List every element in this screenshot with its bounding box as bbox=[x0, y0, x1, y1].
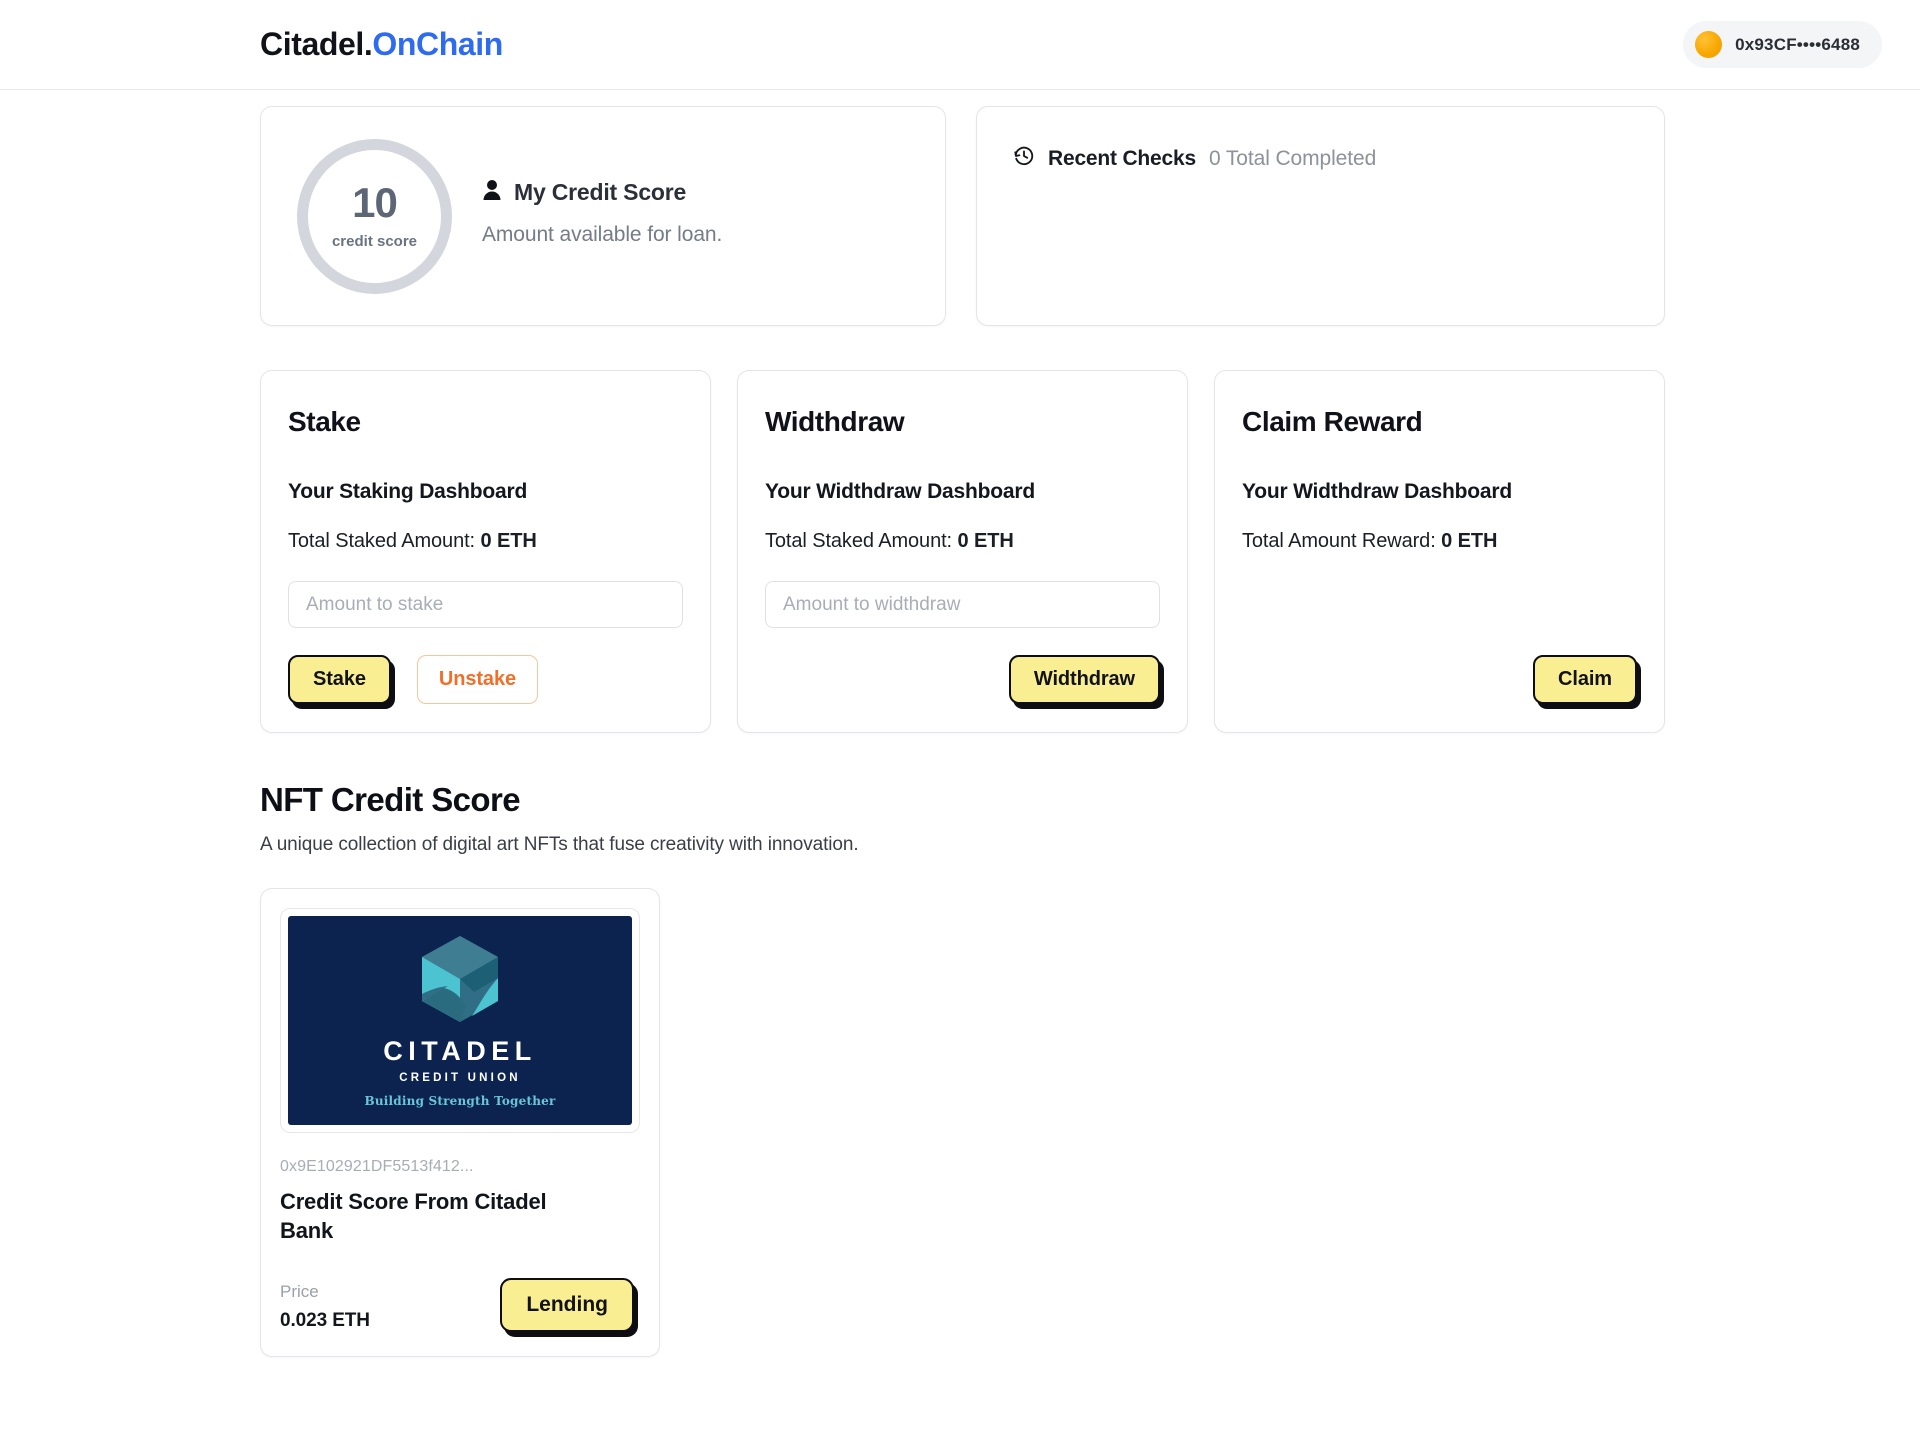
nft-card-footer: Price 0.023 ETH Lending bbox=[280, 1278, 640, 1333]
unstake-button[interactable]: Unstake bbox=[416, 655, 538, 704]
claim-reward-total-amount-value: 0 ETH bbox=[1441, 530, 1498, 552]
claim-button[interactable]: Claim bbox=[1533, 655, 1637, 704]
withdraw-total-amount-value: 0 ETH bbox=[957, 530, 1014, 552]
nft-artwork-tagline: Building Strength Together bbox=[364, 1093, 556, 1108]
summary-row: 10 credit score My Credit Score Amount a… bbox=[0, 90, 1920, 326]
wallet-button[interactable]: 0x93CF••••6488 bbox=[1683, 21, 1882, 68]
stake-card: Stake Your Staking Dashboard Total Stake… bbox=[260, 370, 711, 733]
nft-section-heading: NFT Credit Score bbox=[260, 781, 521, 818]
withdraw-total-amount: Total Staked Amount: 0 ETH bbox=[765, 530, 1160, 553]
withdraw-card-title: Widthdraw bbox=[765, 406, 905, 437]
stake-card-subtitle: Your Staking Dashboard bbox=[288, 480, 528, 503]
recent-checks-title: Recent Checks bbox=[1048, 146, 1196, 170]
credit-score-ring: 10 credit score bbox=[297, 138, 452, 294]
claim-reward-card-subtitle: Your Widthdraw Dashboard bbox=[1242, 480, 1512, 503]
nft-price-value: 0.023 ETH bbox=[280, 1310, 370, 1332]
wallet-avatar-icon bbox=[1695, 31, 1723, 58]
nft-artwork-wordmark: CITADEL bbox=[383, 1036, 537, 1067]
claim-reward-total-amount-label: Total Amount Reward: bbox=[1242, 530, 1436, 552]
claim-reward-card: Claim Reward Your Widthdraw Dashboard To… bbox=[1214, 370, 1665, 733]
brand-logo[interactable]: Citadel.OnChain bbox=[260, 26, 503, 63]
recent-checks-card: Recent Checks 0 Total Completed bbox=[976, 106, 1665, 326]
nft-grid: CITADEL CREDIT UNION Building Strength T… bbox=[260, 888, 1920, 1358]
withdraw-amount-input[interactable] bbox=[765, 581, 1160, 628]
withdraw-card: Widthdraw Your Widthdraw Dashboard Total… bbox=[737, 370, 1188, 733]
nft-contract-address: 0x9E102921DF5513f412... bbox=[280, 1158, 474, 1175]
page-content: 10 credit score My Credit Score Amount a… bbox=[0, 90, 1920, 1358]
credit-score-details: My Credit Score Amount available for loa… bbox=[482, 179, 722, 253]
lending-button[interactable]: Lending bbox=[500, 1278, 634, 1333]
credit-score-card: 10 credit score My Credit Score Amount a… bbox=[260, 106, 946, 326]
app-header: Citadel.OnChain 0x93CF••••6488 bbox=[0, 0, 1920, 90]
nft-thumbnail: CITADEL CREDIT UNION Building Strength T… bbox=[280, 908, 640, 1133]
stake-total-amount: Total Staked Amount: 0 ETH bbox=[288, 530, 683, 553]
citadel-hexagon-logo-icon bbox=[418, 934, 502, 1029]
credit-score-title: My Credit Score bbox=[514, 179, 687, 205]
claim-card-spacer bbox=[1242, 553, 1637, 628]
brand-name-accent: OnChain bbox=[372, 26, 503, 62]
credit-score-ring-label: credit score bbox=[331, 233, 418, 250]
nft-price-block: Price 0.023 ETH bbox=[280, 1282, 370, 1332]
stake-card-title: Stake bbox=[288, 406, 361, 437]
nft-price-label: Price bbox=[280, 1282, 319, 1302]
nft-artwork: CITADEL CREDIT UNION Building Strength T… bbox=[288, 916, 632, 1125]
withdraw-card-subtitle: Your Widthdraw Dashboard bbox=[765, 480, 1035, 503]
nft-artwork-subwordmark: CREDIT UNION bbox=[399, 1072, 521, 1085]
history-clock-icon bbox=[1013, 145, 1035, 172]
stake-total-amount-value: 0 ETH bbox=[480, 530, 537, 552]
nft-section: NFT Credit Score A unique collection of … bbox=[0, 733, 1920, 1358]
withdraw-button[interactable]: Widthdraw bbox=[1008, 655, 1160, 704]
action-cards-row: Stake Your Staking Dashboard Total Stake… bbox=[0, 326, 1920, 733]
person-icon bbox=[482, 179, 502, 206]
withdraw-total-amount-label: Total Staked Amount: bbox=[765, 530, 953, 552]
credit-score-subtitle: Amount available for loan. bbox=[482, 223, 723, 246]
nft-title: Credit Score From Citadel Bank bbox=[280, 1189, 547, 1244]
stake-total-amount-label: Total Staked Amount: bbox=[288, 530, 476, 552]
nft-card[interactable]: CITADEL CREDIT UNION Building Strength T… bbox=[260, 888, 660, 1358]
stake-button[interactable]: Stake bbox=[288, 655, 391, 704]
brand-name-primary: Citadel. bbox=[260, 26, 373, 62]
nft-section-description: A unique collection of digital art NFTs … bbox=[260, 834, 859, 855]
wallet-address-label: 0x93CF••••6488 bbox=[1735, 34, 1860, 54]
stake-amount-input[interactable] bbox=[288, 581, 683, 628]
recent-checks-count: 0 Total Completed bbox=[1208, 146, 1377, 170]
credit-score-value: 10 bbox=[352, 179, 398, 226]
claim-reward-card-title: Claim Reward bbox=[1242, 406, 1423, 437]
claim-reward-total-amount: Total Amount Reward: 0 ETH bbox=[1242, 530, 1637, 553]
